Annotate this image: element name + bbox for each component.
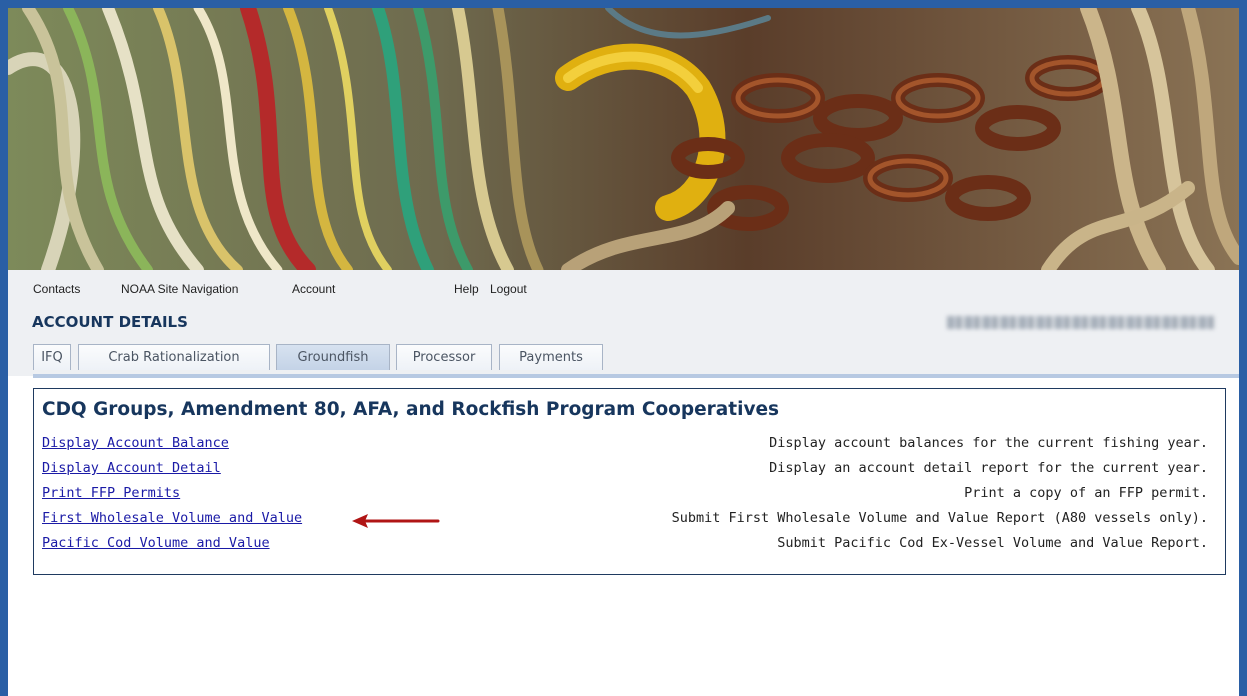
redacted-account-id — [947, 316, 1215, 329]
display-account-detail-link[interactable]: Display Account Detail — [42, 460, 221, 476]
print-ffp-permits-description: Print a copy of an FFP permit. — [964, 485, 1208, 501]
tab-ifq[interactable]: IFQ — [33, 344, 71, 370]
top-navigation: Contacts NOAA Site Navigation Account He… — [8, 270, 1239, 311]
nav-contacts[interactable]: Contacts — [33, 282, 80, 296]
page-content: Contacts NOAA Site Navigation Account He… — [8, 8, 1239, 696]
first-wholesale-volume-link[interactable]: First Wholesale Volume and Value — [42, 510, 302, 526]
section-title: CDQ Groups, Amendment 80, AFA, and Rockf… — [42, 399, 780, 420]
first-wholesale-volume-description: Submit First Wholesale Volume and Value … — [671, 510, 1208, 526]
tab-processor[interactable]: Processor — [396, 344, 492, 370]
nav-help[interactable]: Help — [454, 282, 479, 296]
nav-noaa-site-navigation[interactable]: NOAA Site Navigation — [121, 282, 238, 296]
red-arrow-icon — [352, 514, 440, 528]
display-account-balance-link[interactable]: Display Account Balance — [42, 435, 229, 451]
groundfish-panel: CDQ Groups, Amendment 80, AFA, and Rockf… — [33, 388, 1226, 575]
display-account-balance-description: Display account balances for the current… — [769, 435, 1208, 451]
pacific-cod-volume-link[interactable]: Pacific Cod Volume and Value — [42, 535, 270, 551]
tab-underline — [33, 374, 1239, 378]
nav-account[interactable]: Account — [292, 282, 335, 296]
page-title: ACCOUNT DETAILS — [32, 313, 188, 331]
header-banner-image — [8, 8, 1239, 270]
print-ffp-permits-link[interactable]: Print FFP Permits — [42, 485, 180, 501]
tab-payments[interactable]: Payments — [499, 344, 603, 370]
tab-crab-rationalization[interactable]: Crab Rationalization — [78, 344, 270, 370]
display-account-detail-description: Display an account detail report for the… — [769, 460, 1208, 476]
page-frame: Contacts NOAA Site Navigation Account He… — [0, 0, 1247, 696]
tab-groundfish[interactable]: Groundfish — [276, 344, 390, 370]
nav-logout[interactable]: Logout — [490, 282, 527, 296]
pacific-cod-volume-description: Submit Pacific Cod Ex-Vessel Volume and … — [777, 535, 1208, 551]
account-details-bar: ACCOUNT DETAILS — [8, 310, 1239, 335]
tab-bar: IFQ Crab Rationalization Groundfish Proc… — [8, 334, 1239, 376]
